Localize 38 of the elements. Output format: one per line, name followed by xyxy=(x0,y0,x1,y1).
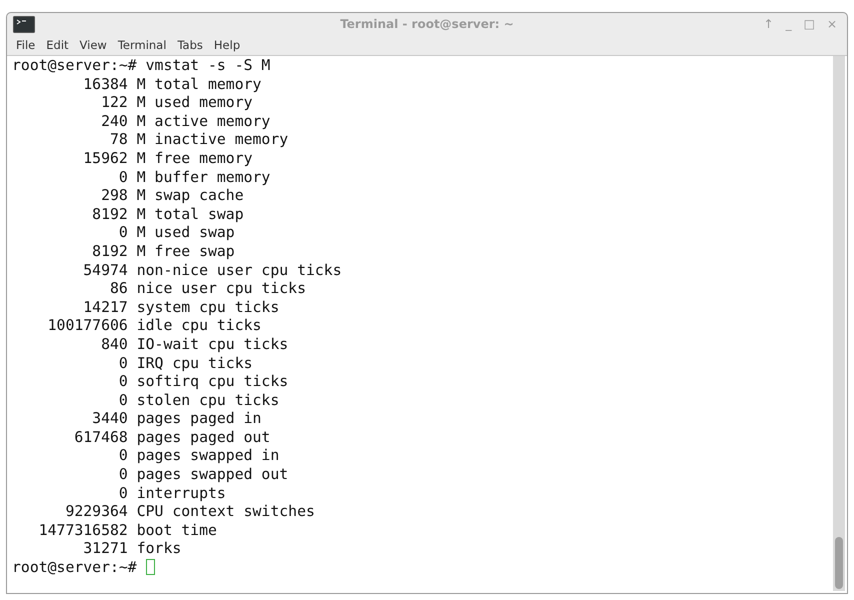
text-cursor xyxy=(146,559,155,576)
terminal-line: 0 interrupts xyxy=(118,484,227,504)
terminal-line: 0 pages swapped in xyxy=(118,447,280,466)
terminal-line: 8192 M free swap xyxy=(91,242,236,262)
terminal-line: 617468 pages paged out xyxy=(73,428,272,448)
terminal-line: 0 softirq cpu ticks xyxy=(118,373,290,392)
terminal-line: 0 pages swapped out xyxy=(118,466,290,485)
terminal-line: 31271 forks xyxy=(82,540,182,560)
menu-item[interactable]: Edit xyxy=(41,38,75,52)
terminal-line: 16384 M total memory xyxy=(82,76,262,94)
shell-prompt: root@server:~# xyxy=(12,559,138,576)
terminal-line: 1477316582 boot time xyxy=(38,522,218,540)
terminal-line: 0 stolen cpu ticks xyxy=(118,392,280,410)
terminal-line: 298 M swap cache xyxy=(100,187,245,206)
terminal-icon xyxy=(13,16,35,32)
terminal-line: 840 IO-wait cpu ticks xyxy=(100,336,290,354)
terminal-line: root@server:~# vmstat -s -S M xyxy=(12,57,272,76)
terminal-line: 0 M used swap xyxy=(118,224,236,243)
terminal-line: 14217 system cpu ticks xyxy=(82,298,280,318)
window-title: Terminal - root@server: ~ xyxy=(340,17,514,31)
terminal-line: 122 M used memory xyxy=(100,94,254,113)
terminal-line: 9229364 CPU context switches xyxy=(64,503,316,522)
menu-item[interactable]: View xyxy=(74,38,113,52)
terminal-line: 240 M active memory xyxy=(100,112,272,132)
menu-item[interactable]: File xyxy=(11,38,42,52)
terminal-line: 15962 M free memory xyxy=(82,150,254,169)
menu-item[interactable]: Tabs xyxy=(172,38,209,52)
terminal-line: 86 nice user cpu ticks xyxy=(108,280,307,299)
terminal-line: 8192 M total swap xyxy=(91,206,245,224)
menu-item[interactable]: Help xyxy=(208,38,246,52)
terminal-line: 3440 pages paged in xyxy=(91,410,262,429)
terminal-line: 78 M inactive memory xyxy=(108,131,290,150)
terminal-line: 0 IRQ cpu ticks xyxy=(118,354,254,374)
terminal-line: 54974 non-nice user cpu ticks xyxy=(82,262,343,280)
terminal-line: 0 M buffer memory xyxy=(118,168,272,188)
menu-item[interactable]: Terminal xyxy=(112,38,172,52)
scrollbar-thumb[interactable] xyxy=(835,537,843,589)
terminal-line: 100177606 idle cpu ticks xyxy=(46,317,262,336)
